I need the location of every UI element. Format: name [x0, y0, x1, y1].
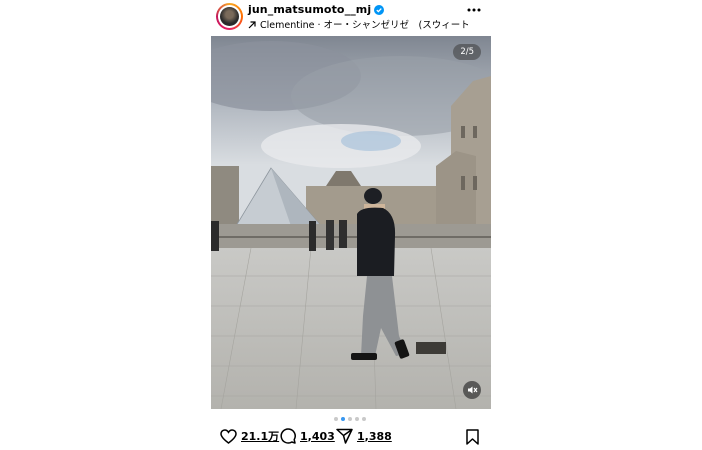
- carousel-dot: [348, 417, 352, 421]
- shares-count[interactable]: 1,388: [357, 430, 392, 443]
- carousel-counter: 2/5: [453, 44, 481, 60]
- likes-count[interactable]: 21.1万: [241, 428, 279, 444]
- comments-count[interactable]: 1,403: [300, 430, 335, 443]
- arrow-up-right-icon: [248, 21, 256, 29]
- comment-icon[interactable]: [280, 428, 296, 444]
- share-action: 1,388: [336, 428, 392, 444]
- carousel-dot-active: [341, 417, 345, 421]
- verified-badge-icon: [374, 5, 385, 15]
- more-icon[interactable]: [467, 8, 481, 12]
- like-action: 21.1万: [220, 428, 279, 444]
- heart-icon[interactable]: [220, 428, 237, 444]
- mute-icon: [468, 386, 478, 394]
- send-icon[interactable]: [336, 428, 353, 444]
- username[interactable]: jun_matsumoto__mj: [248, 3, 371, 16]
- carousel-dot: [334, 417, 338, 421]
- carousel-dot: [355, 417, 359, 421]
- audio-track[interactable]: Clementine · オー・シャンゼリゼ (スウィート・…: [248, 17, 468, 31]
- post-photo[interactable]: 2/5: [211, 36, 491, 409]
- post-header: jun_matsumoto__mj Clementine · オー・シャンゼリゼ…: [213, 0, 493, 34]
- avatar[interactable]: [216, 3, 243, 30]
- carousel-dot: [362, 417, 366, 421]
- comment-action: 1,403: [280, 428, 335, 444]
- mute-button[interactable]: [463, 381, 481, 399]
- photo-scene: [211, 36, 491, 409]
- action-bar: 21.1万 1,403 1,388: [220, 428, 490, 448]
- audio-label: Clementine · オー・シャンゼリゼ (スウィート・…: [260, 20, 468, 31]
- bookmark-icon[interactable]: [466, 429, 479, 445]
